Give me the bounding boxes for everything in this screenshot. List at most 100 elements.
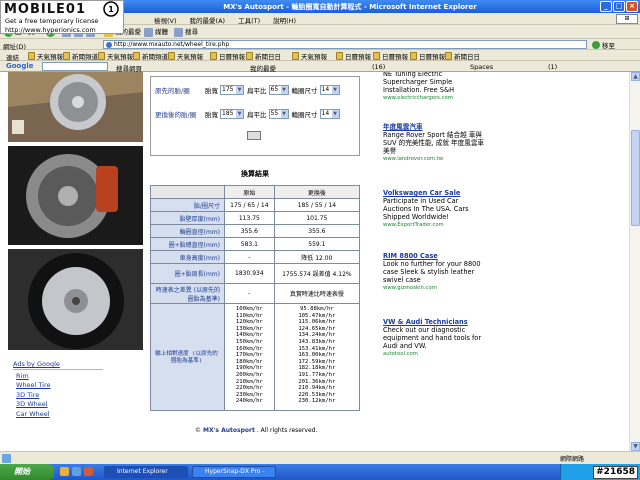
mobile01-logo-icon: 1 — [103, 1, 119, 17]
scroll-up-arrow-icon[interactable]: ▲ — [631, 72, 640, 81]
menu-view[interactable]: 檢視(V) — [154, 15, 177, 25]
link-item[interactable]: 天氣預報 — [28, 51, 63, 61]
go-label: 移至 — [602, 42, 615, 50]
folder-icon — [445, 52, 452, 60]
ad-block[interactable]: RIM 8800 Case Look no further for your 8… — [383, 252, 487, 292]
scroll-down-arrow-icon[interactable]: ▼ — [631, 442, 640, 451]
folder-icon — [336, 52, 343, 60]
row-new-value: 185 / 55 / 14 — [273, 198, 361, 212]
folder-icon — [168, 52, 175, 60]
adsense-link[interactable]: Rim — [16, 372, 103, 380]
original-ratio-select[interactable]: 65 — [268, 85, 289, 95]
speed-value: 170km/hr — [235, 352, 263, 359]
brake-photo — [8, 146, 143, 245]
adsense-link[interactable]: Car Wheel — [16, 410, 103, 418]
taskbar-ie-button[interactable]: Internet Explorer — [104, 466, 188, 478]
go-button[interactable]: 移至 — [592, 40, 615, 50]
original-tire-row: 原先的胎/圈 胎寬 175 扁平比 65 輪圈尺寸 14 — [155, 85, 343, 95]
original-width-select[interactable]: 175 — [220, 85, 244, 95]
speed-value: 134.24km/hr — [298, 332, 336, 339]
row-original-value: - — [224, 283, 275, 304]
ad-title[interactable]: RIM 8800 Case — [383, 252, 487, 260]
maximize-button[interactable]: □ — [613, 1, 625, 12]
ad-title[interactable]: Volkswagen Car Sale — [383, 189, 487, 197]
speed-value: 100km/hr — [235, 306, 263, 312]
system-tray: #21658 — [560, 464, 640, 480]
link-item[interactable]: 日曆預報 — [373, 51, 408, 61]
link-item[interactable]: 天氣預報 — [292, 51, 327, 61]
ad-title[interactable]: VW & Audi Technicians — [383, 318, 487, 326]
links-bar: 連結 天氣預報 新聞頻道 天氣預報 新聞頻道 天氣預報 日曆預報 新聞日日 天氣… — [0, 50, 640, 62]
address-bar: 網址(D) http://www.mxauto.net/wheel_tire.p… — [0, 39, 640, 51]
ad-block[interactable]: VW & Audi Technicians Check out our diag… — [383, 318, 487, 358]
google-spaces-button[interactable]: Spaces — [470, 63, 493, 71]
copyright-symbol: © — [195, 427, 201, 434]
row-original-value: 113.75 — [224, 211, 275, 225]
taskbar-hypersnap-button[interactable]: HyperSnap-DX Pro - — [192, 466, 276, 478]
link-item[interactable]: 日曆預報 — [210, 51, 245, 61]
mobile01-logo: MOBILE01 — [4, 2, 86, 17]
link-item[interactable]: 新聞頻道 — [133, 51, 168, 61]
watermark-line1: Get a free temporary license — [5, 17, 99, 25]
results-header-row: 原始 更換後 — [150, 185, 361, 199]
svg-text:1: 1 — [108, 5, 114, 14]
row-new-value: 355.6 — [273, 224, 361, 238]
menu-tools[interactable]: 工具(T) — [238, 15, 260, 25]
media-button[interactable]: 媒體 — [144, 27, 168, 37]
ad-block[interactable]: 年度風雲汽車 Range Rover Sport 結合越 車與SUV 的完美性能… — [383, 123, 487, 163]
search-button[interactable]: 搜尋 — [174, 27, 198, 37]
link-item[interactable]: 新聞頻道 — [63, 51, 98, 61]
speed-value: 180km/hr — [235, 358, 263, 365]
row-label: 輪圈直徑(mm) — [150, 224, 225, 238]
brake-photo-image — [8, 146, 143, 245]
speed-value: 230km/hr — [235, 391, 263, 398]
adsense-link[interactable]: Wheel Tire — [16, 381, 103, 389]
menu-help[interactable]: 說明(H) — [273, 15, 296, 25]
vertical-scrollbar[interactable]: ▲ ▼ — [629, 72, 640, 451]
quicklaunch-icon[interactable] — [84, 467, 93, 476]
ad-block[interactable]: NE Tuning Electric Supercharger Simple I… — [383, 72, 487, 102]
adsense-links: Ads by Google Rim Wheel Tire 3D Tire 3D … — [13, 360, 103, 418]
link-item[interactable]: 天氣預報 — [168, 51, 203, 61]
original-rim-select[interactable]: 14 — [319, 85, 340, 95]
google-notify-count[interactable]: (1) — [548, 63, 557, 71]
link-item[interactable]: 天氣預報 — [98, 51, 133, 61]
menu-favorites[interactable]: 我的最愛(A) — [190, 15, 226, 25]
speed-value: 172.59km/hr — [298, 358, 336, 365]
new-width-select[interactable]: 185 — [220, 109, 244, 119]
ad-url: www.ExportTrader.com — [383, 222, 444, 228]
ads-by-google-link[interactable]: Ads by Google — [13, 360, 103, 370]
link-item[interactable]: 新聞日日 — [445, 51, 480, 61]
row-new-value: 真實時速比時速表慢 — [273, 283, 361, 304]
scroll-thumb[interactable] — [631, 130, 640, 226]
calculate-button[interactable] — [247, 131, 261, 140]
speed-comparison-row: 輪上相對速度 (以原先的圈胎為基準) 100km/hr 110km/hr 120… — [150, 303, 361, 411]
minimize-button[interactable]: _ — [600, 1, 612, 12]
new-rim-select[interactable]: 14 — [319, 109, 340, 119]
start-button[interactable]: 開始 — [0, 464, 54, 480]
ad-block[interactable]: Volkswagen Car Sale Participate in Used … — [383, 189, 487, 229]
new-ratio-select[interactable]: 55 — [268, 109, 289, 119]
quicklaunch-icon[interactable] — [72, 467, 81, 476]
google-search-input[interactable] — [42, 62, 108, 71]
ad-url: www.landrover.com.tw — [383, 156, 444, 162]
link-item[interactable]: 日曆預報 — [410, 51, 445, 61]
table-row: 圈+胎周長(mm) 1830.934 1755.574 誤差值 4.12% — [150, 263, 361, 284]
search-label: 搜尋 — [185, 28, 198, 36]
link-item[interactable]: 日曆預報 — [336, 51, 371, 61]
tire-input-form: 原先的胎/圈 胎寬 175 扁平比 65 輪圈尺寸 14 更換後的胎/圈 胎寬 … — [150, 76, 360, 156]
quicklaunch-icon[interactable] — [60, 467, 69, 476]
adsense-link[interactable]: 3D Wheel — [16, 400, 103, 408]
link-label: 天氣預報 — [301, 53, 327, 61]
link-label: 新聞日日 — [255, 53, 281, 61]
ad-title[interactable]: 年度風雲汽車 — [383, 123, 487, 131]
link-item[interactable]: 新聞日日 — [246, 51, 281, 61]
speed-value: 182.18km/hr — [298, 365, 336, 372]
adsense-link[interactable]: 3D Tire — [16, 391, 103, 399]
close-button[interactable]: × — [626, 1, 638, 12]
google-gmail-count[interactable]: (16) — [372, 63, 385, 71]
speed-value: 200km/hr — [235, 371, 263, 378]
address-input[interactable]: http://www.mxauto.net/wheel_tire.php — [103, 40, 587, 49]
folder-icon — [28, 52, 35, 60]
internet-zone-label: 網際網路 — [560, 456, 585, 463]
